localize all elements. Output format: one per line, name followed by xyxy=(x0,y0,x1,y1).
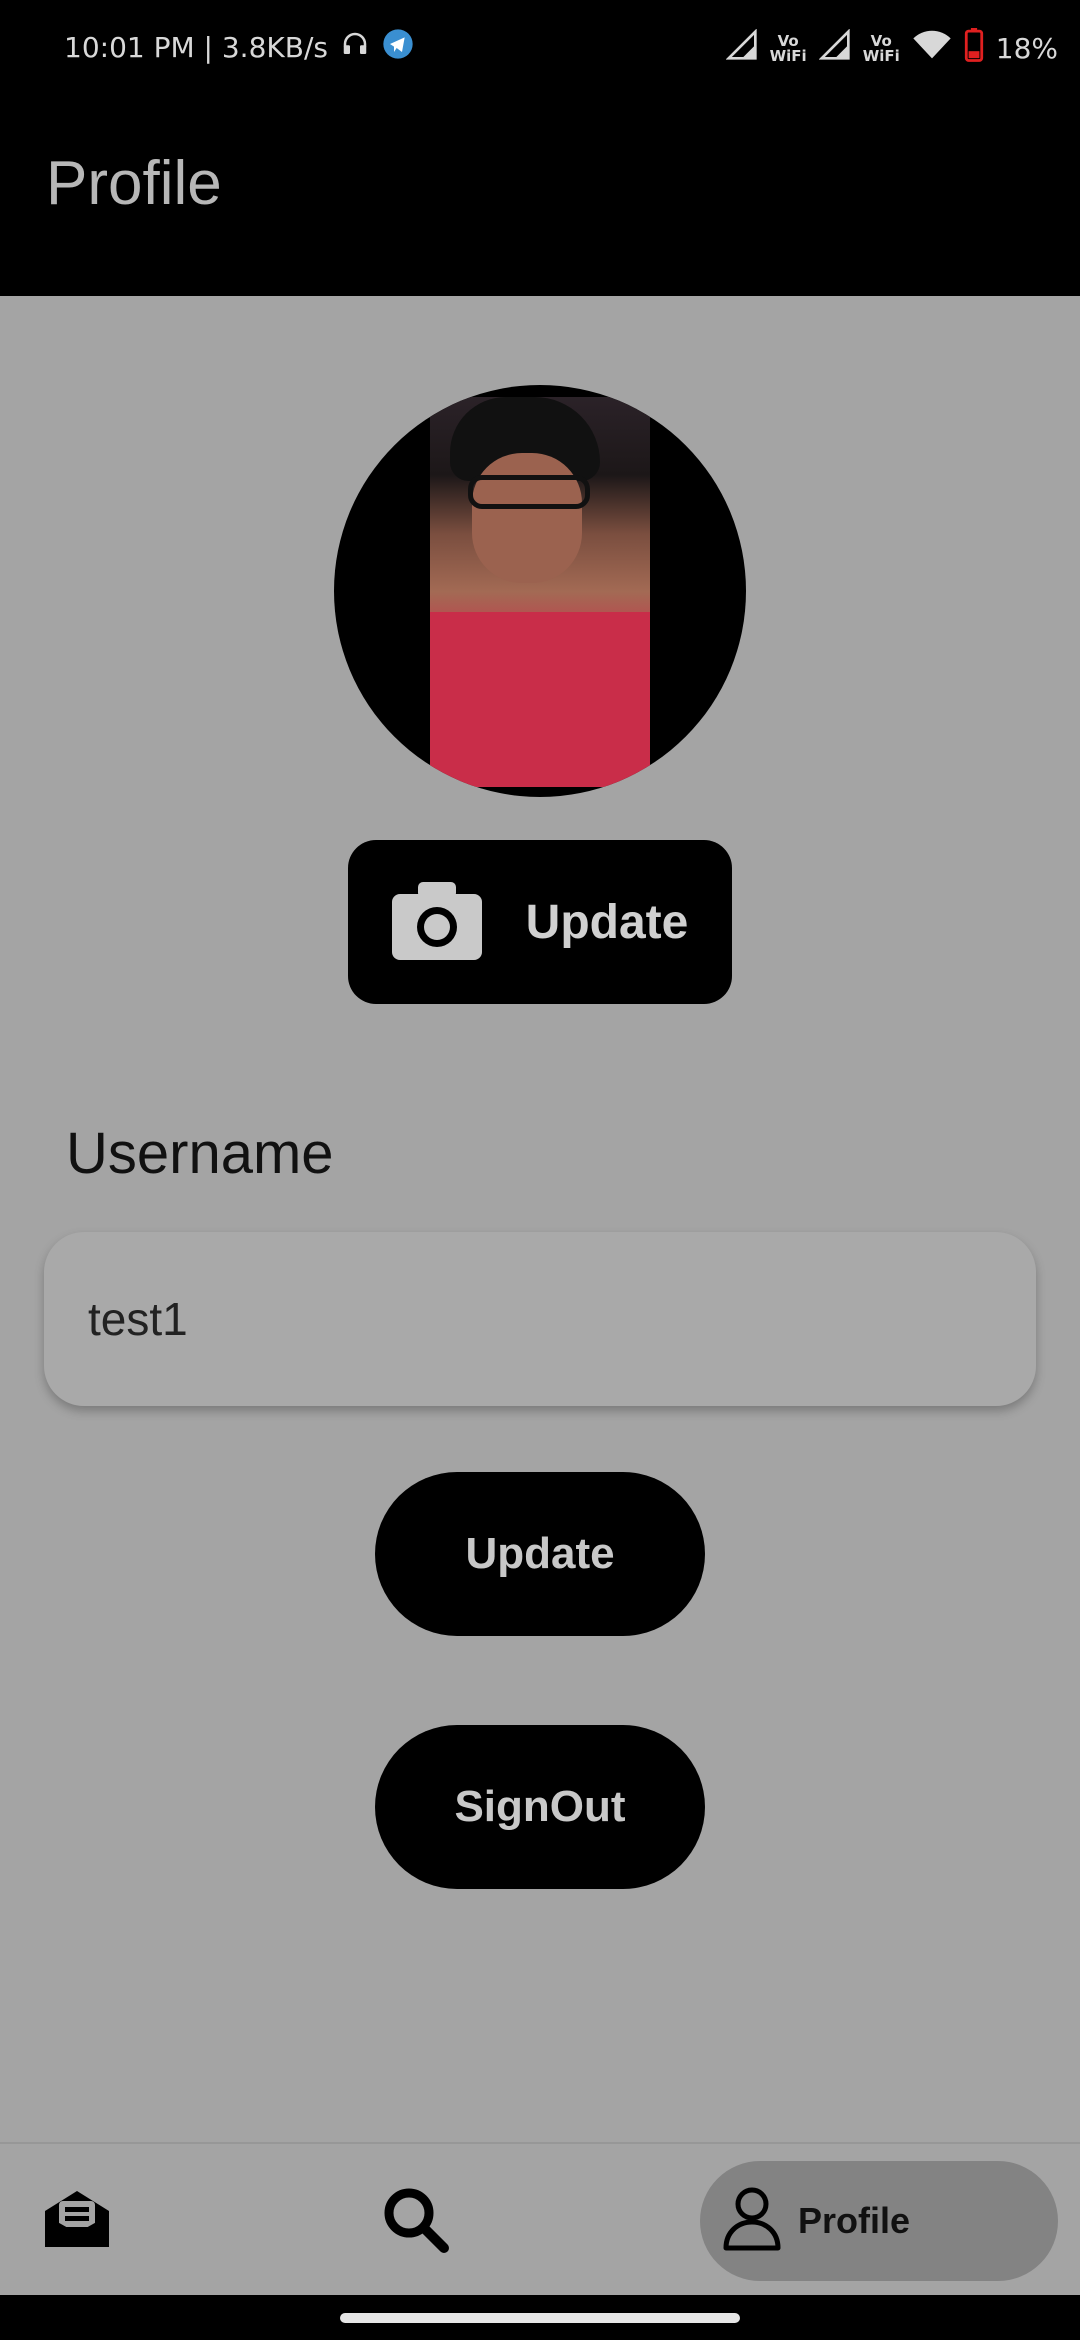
inbox-icon xyxy=(41,2185,113,2256)
status-right: Vo WiFi Vo WiFi 18% xyxy=(725,28,1058,69)
person-icon xyxy=(722,2186,782,2257)
signal-icon-2 xyxy=(818,28,851,68)
status-time-speed: 10:01 PM | 3.8KB/s xyxy=(64,31,328,64)
telegram-icon xyxy=(382,28,414,67)
vowifi-label-2: Vo WiFi xyxy=(862,31,900,65)
app-bar: Profile xyxy=(0,96,1080,296)
username-input[interactable] xyxy=(44,1232,1036,1406)
update-button[interactable]: Update xyxy=(375,1472,705,1636)
update-photo-label: Update xyxy=(525,895,689,949)
nav-item-search[interactable] xyxy=(380,2186,452,2258)
status-bar: 10:01 PM | 3.8KB/s Vo WiFi Vo WiFi 18% xyxy=(0,0,1080,96)
signal-icon xyxy=(725,28,758,68)
page-title: Profile xyxy=(46,149,222,218)
profile-photo xyxy=(430,397,650,787)
nav-item-profile[interactable]: Profile xyxy=(700,2161,1058,2281)
search-icon xyxy=(382,2186,450,2259)
nav-profile-label: Profile xyxy=(798,2200,911,2241)
gesture-bar xyxy=(0,2295,1080,2340)
headset-icon xyxy=(340,29,370,66)
home-handle[interactable] xyxy=(340,2313,740,2323)
profile-avatar xyxy=(334,385,746,797)
status-left: 10:01 PM | 3.8KB/s xyxy=(64,28,414,67)
battery-icon xyxy=(964,28,984,69)
signout-button[interactable]: SignOut xyxy=(375,1725,705,1889)
username-label: Username xyxy=(66,1121,334,1186)
bottom-navigation: Profile xyxy=(0,2142,1080,2297)
update-photo-button[interactable]: Update xyxy=(348,840,732,1004)
camera-icon xyxy=(391,880,482,965)
wifi-icon xyxy=(912,29,952,68)
nav-item-inbox[interactable] xyxy=(38,2184,116,2256)
vowifi-label-1: Vo WiFi xyxy=(769,31,807,65)
battery-percent: 18% xyxy=(995,32,1058,65)
